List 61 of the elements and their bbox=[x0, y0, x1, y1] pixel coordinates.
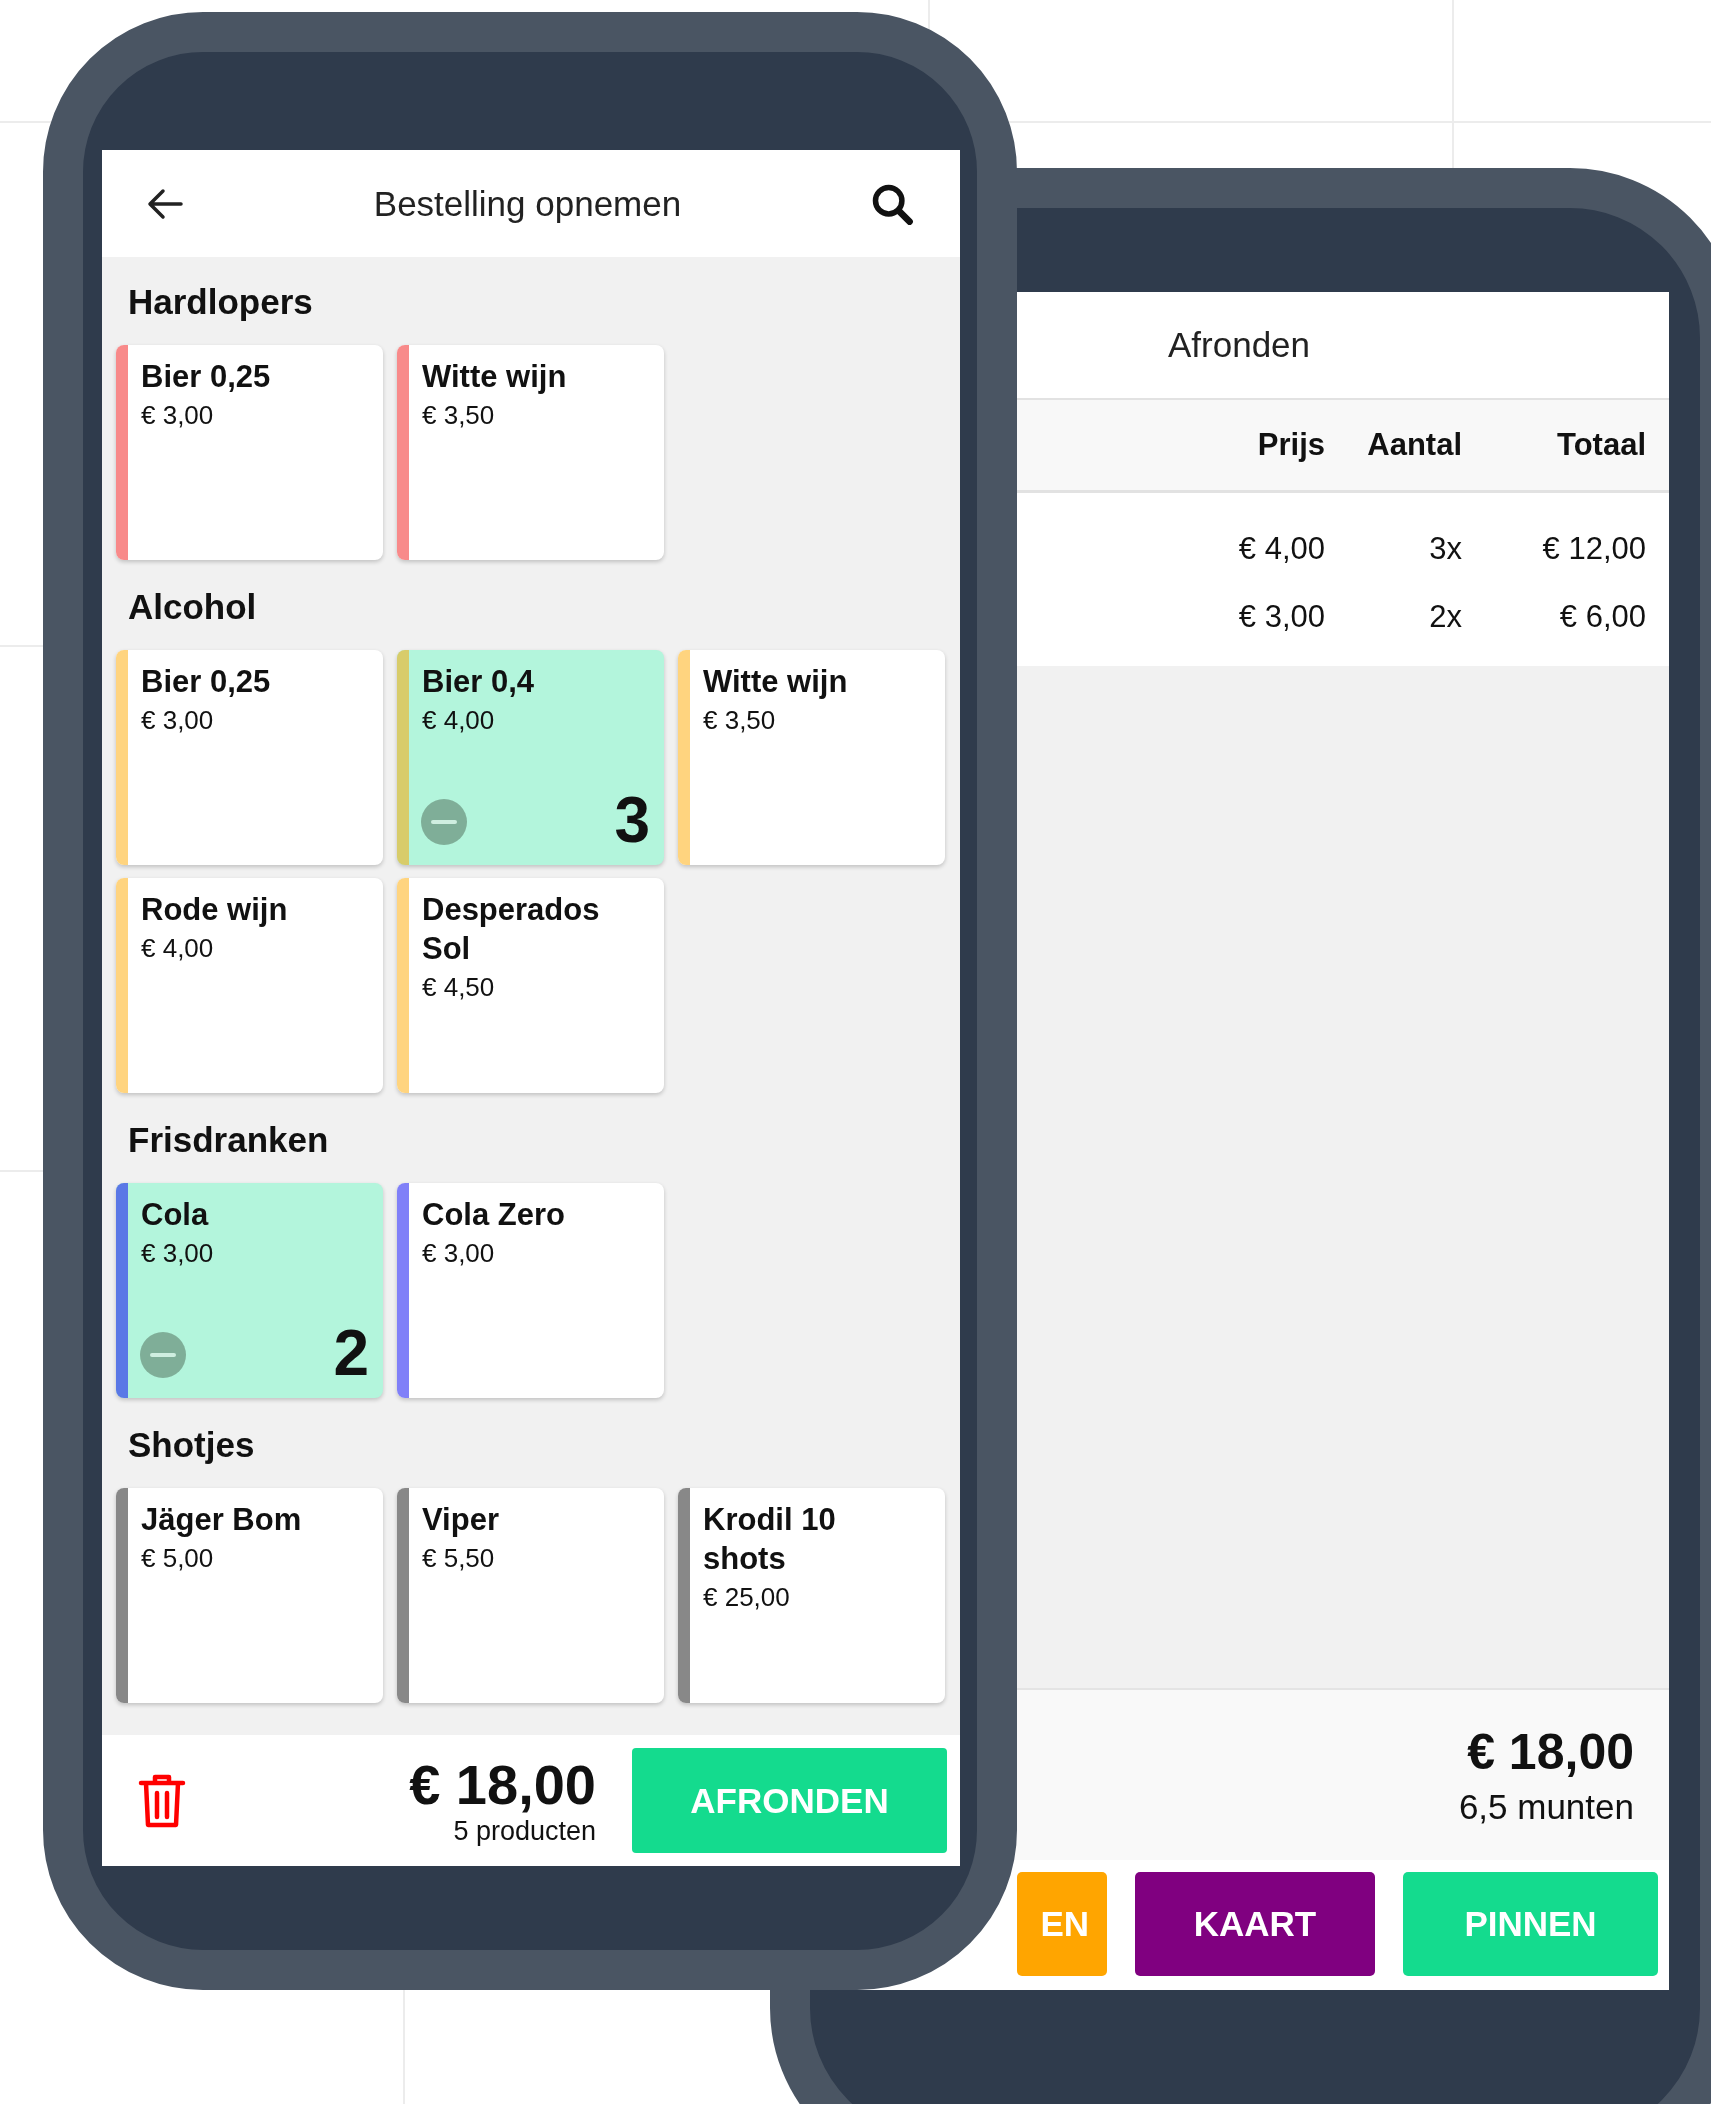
product-card[interactable]: Bier 0,25 € 3,00 bbox=[116, 650, 383, 865]
total-amount: € 18,00 bbox=[1467, 1723, 1634, 1781]
table-cell-text: € 4,00 bbox=[1237, 531, 1325, 567]
trash-icon[interactable] bbox=[137, 1772, 187, 1829]
product-name: Bier 0,25 bbox=[141, 663, 271, 701]
product-price: € 3,50 bbox=[422, 399, 495, 432]
screen-title: Bestelling opnemen bbox=[373, 183, 682, 224]
product-price: € 3,00 bbox=[141, 704, 214, 737]
product-price: € 25,00 bbox=[703, 1581, 790, 1614]
product-name: Bier 0,4 bbox=[422, 663, 534, 701]
quantity-count: 3 bbox=[614, 785, 650, 855]
product-count: 5 producten bbox=[453, 1816, 596, 1847]
table-cell-text: € 3,00 bbox=[1237, 599, 1325, 635]
product-card[interactable]: Witte wijn € 3,50 bbox=[678, 650, 945, 865]
product-price: € 3,00 bbox=[141, 399, 214, 432]
coins-amount: 6,5 munten bbox=[1458, 1787, 1634, 1827]
product-price: € 5,00 bbox=[141, 1542, 214, 1575]
product-price: € 3,00 bbox=[422, 1237, 495, 1270]
product-name: Krodil 10 shots bbox=[703, 1501, 837, 1578]
product-price: € 4,00 bbox=[422, 704, 495, 737]
product-card[interactable]: Jäger Bom € 5,00 bbox=[116, 1488, 383, 1703]
column-header: Aantal bbox=[1366, 427, 1462, 463]
product-price: € 3,00 bbox=[141, 1237, 214, 1270]
product-card[interactable]: Cola Zero € 3,00 bbox=[397, 1183, 664, 1398]
product-name: Cola Zero bbox=[422, 1196, 565, 1234]
category-title: Frisdranken bbox=[127, 1119, 329, 1161]
table-cell-text: 3x bbox=[1428, 531, 1462, 567]
table-cell-text: € 6,00 bbox=[1558, 599, 1646, 635]
product-name: Jäger Bom bbox=[141, 1501, 302, 1539]
product-price: € 4,00 bbox=[141, 932, 214, 965]
product-card[interactable]: Cola € 3,00 2 bbox=[116, 1183, 383, 1398]
product-name: Witte wijn bbox=[703, 663, 848, 701]
product-name: Witte wijn bbox=[422, 358, 567, 396]
product-price: € 3,50 bbox=[703, 704, 776, 737]
total-amount: € 18,00 bbox=[409, 1754, 596, 1816]
product-name: Viper bbox=[422, 1501, 499, 1539]
category-title: Alcohol bbox=[127, 586, 257, 628]
product-name: Cola bbox=[141, 1196, 209, 1234]
column-header: Prijs bbox=[1256, 427, 1325, 463]
product-card[interactable]: Bier 0,4 € 4,00 3 bbox=[397, 650, 664, 865]
product-card[interactable]: Viper € 5,50 bbox=[397, 1488, 664, 1703]
screen-title: Afronden bbox=[1168, 325, 1311, 365]
product-name: Bier 0,25 bbox=[141, 358, 271, 396]
category-title: Shotjes bbox=[127, 1424, 255, 1466]
product-price: € 5,50 bbox=[422, 1542, 495, 1575]
product-card[interactable]: Rode wijn € 4,00 bbox=[116, 878, 383, 1093]
table-cell-text: 2x bbox=[1428, 599, 1462, 635]
table-cell-text: € 12,00 bbox=[1541, 531, 1646, 567]
product-name: Rode wijn bbox=[141, 891, 288, 929]
minus-icon[interactable] bbox=[140, 1332, 186, 1378]
payment-button[interactable]: KAART bbox=[1135, 1872, 1375, 1976]
category-title: Hardlopers bbox=[127, 281, 313, 323]
quantity-count: 2 bbox=[333, 1318, 369, 1388]
product-card[interactable]: Witte wijn € 3,50 bbox=[397, 345, 664, 560]
minus-icon[interactable] bbox=[421, 799, 467, 845]
column-header: Totaal bbox=[1556, 427, 1646, 463]
product-name: Desperados Sol bbox=[422, 891, 601, 968]
product-card[interactable]: Krodil 10 shots € 25,00 bbox=[678, 1488, 945, 1703]
product-card[interactable]: Bier 0,25 € 3,00 bbox=[116, 345, 383, 560]
product-card[interactable]: Desperados Sol € 4,50 bbox=[397, 878, 664, 1093]
product-price: € 4,50 bbox=[422, 971, 495, 1004]
